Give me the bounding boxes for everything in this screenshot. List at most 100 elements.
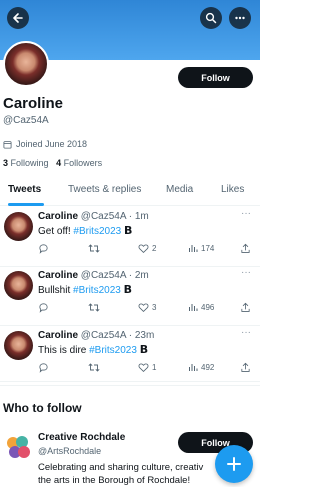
tweet-text: Get off! #Brits2023 B — [38, 224, 132, 237]
back-button[interactable] — [7, 7, 29, 29]
views-icon — [189, 304, 198, 311]
brits-logo-icon: B — [123, 283, 132, 296]
profile-avatar[interactable] — [3, 41, 49, 87]
reply-icon — [39, 303, 48, 313]
suggestion-handle: @ArtsRochdale — [38, 446, 102, 456]
tweet-actions: 1 492 — [38, 362, 256, 376]
views-button[interactable]: 492 — [188, 362, 214, 372]
views-count: 496 — [201, 302, 215, 312]
like-button[interactable]: 3 — [138, 302, 156, 313]
share-icon — [241, 362, 250, 372]
tab-tweets[interactable]: Tweets — [8, 184, 41, 195]
share-button[interactable] — [240, 362, 251, 373]
search-button[interactable] — [200, 7, 222, 29]
tweet-more-icon[interactable]: ··· — [241, 267, 251, 278]
tweet-hashtag[interactable]: #Brits2023 — [89, 345, 137, 356]
tweet-header: Caroline @Caz54A · 2m — [38, 270, 149, 281]
tab-tweets-replies[interactable]: Tweets & replies — [68, 184, 141, 195]
retweet-button[interactable] — [88, 302, 100, 313]
like-button[interactable]: 2 — [138, 243, 156, 254]
creative-rochdale-avatar[interactable] — [5, 434, 32, 461]
profile-name: Caroline — [3, 95, 64, 112]
reply-button[interactable] — [38, 362, 49, 373]
tweet-text: Bullshit #Brits2023 B — [38, 283, 132, 296]
profile-handle: @Caz54A — [3, 115, 49, 126]
views-button[interactable]: 496 — [188, 302, 214, 312]
followers-link[interactable]: 4 Followers — [56, 158, 102, 168]
more-button[interactable] — [229, 7, 251, 29]
like-count: 2 — [152, 244, 157, 253]
like-count: 1 — [152, 363, 157, 372]
views-icon — [189, 364, 198, 371]
tweet-body: Get off! — [38, 226, 74, 237]
reply-button[interactable] — [38, 302, 49, 313]
tweet-author-handle: @Caz54A — [80, 270, 126, 281]
share-button[interactable] — [240, 302, 251, 313]
tweet-1[interactable]: Caroline @Caz54A · 1m ··· Get off! #Brit… — [0, 207, 260, 267]
calendar-icon — [3, 140, 12, 149]
like-icon — [138, 244, 149, 254]
tweet-body: Bullshit — [38, 285, 74, 296]
tweet-author-handle: @Caz54A — [80, 211, 126, 222]
profile-tabs: Tweets Tweets & replies Media Likes — [0, 180, 260, 206]
following-label: Following — [10, 158, 49, 168]
tweet-3[interactable]: Caroline @Caz54A · 23m ··· This is dire … — [0, 326, 260, 386]
suggestion-bio-line-1: Celebrating and sharing culture, creativ — [38, 462, 204, 473]
like-button[interactable]: 1 — [138, 362, 156, 373]
tweet-avatar[interactable] — [4, 271, 33, 300]
tweet-header: Caroline @Caz54A · 23m — [38, 330, 154, 341]
tweet-hashtag[interactable]: #Brits2023 — [73, 226, 121, 237]
compose-plus-icon — [227, 457, 241, 471]
section-divider — [0, 381, 260, 382]
tweet-hashtag[interactable]: #Brits2023 — [73, 285, 121, 296]
like-icon — [138, 363, 149, 373]
views-count: 492 — [201, 362, 215, 372]
suggestion-bio-line-2: the arts in the Borough of Rochdale! — [38, 475, 191, 486]
retweet-button[interactable] — [88, 362, 100, 373]
back-arrow-icon — [13, 13, 23, 23]
followers-label: Followers — [63, 158, 103, 168]
brits-logo-icon: B — [139, 343, 149, 356]
follow-counts: 3 Following 4 Followers — [3, 158, 102, 168]
tweet-header: Caroline @Caz54A · 1m — [38, 211, 149, 222]
compose-tweet-button[interactable] — [215, 445, 253, 483]
active-tab-indicator — [8, 203, 44, 206]
search-icon — [205, 12, 217, 24]
views-count: 174 — [201, 243, 215, 253]
reply-button[interactable] — [38, 243, 49, 254]
following-count: 3 — [3, 158, 9, 168]
tab-likes[interactable]: Likes — [221, 184, 244, 195]
tweet-avatar[interactable] — [4, 331, 33, 360]
tweet-author-name: Caroline — [38, 270, 79, 281]
share-icon — [241, 302, 250, 312]
like-count: 3 — [152, 303, 157, 312]
tab-media[interactable]: Media — [166, 184, 193, 195]
tweet-body: This is dire — [38, 345, 90, 356]
share-icon — [241, 243, 250, 253]
tweet-time: · 23m — [128, 330, 155, 341]
tweet-author-handle: @Caz54A — [80, 330, 126, 341]
share-button[interactable] — [240, 243, 251, 254]
who-to-follow-title: Who to follow — [3, 401, 82, 415]
suggestion-bio: Celebrating and sharing culture, creativ… — [38, 461, 218, 487]
like-icon — [138, 303, 149, 313]
joined-date: Joined June 2018 — [3, 139, 87, 149]
tweet-more-icon[interactable]: ··· — [241, 327, 251, 338]
reply-icon — [39, 244, 48, 254]
views-button[interactable]: 174 — [188, 243, 214, 253]
brits-logo-icon: B — [123, 224, 133, 237]
reply-icon — [39, 363, 48, 373]
retweet-icon — [88, 303, 100, 312]
suggestion-name[interactable]: Creative Rochdale — [38, 432, 125, 443]
following-link[interactable]: 3 Following — [3, 158, 49, 168]
tweet-2[interactable]: Caroline @Caz54A · 2m ··· Bullshit #Brit… — [0, 266, 260, 326]
tweet-actions: 3 496 — [38, 302, 256, 316]
tweet-avatar[interactable] — [4, 212, 33, 241]
tweet-time: · 2m — [128, 270, 149, 281]
tweet-author-name: Caroline — [38, 211, 79, 222]
retweet-button[interactable] — [88, 243, 100, 254]
tweet-more-icon[interactable]: ··· — [241, 208, 251, 219]
tweet-time: · 1m — [128, 211, 149, 222]
follow-button[interactable]: Follow — [178, 67, 253, 88]
tweet-actions: 2 174 — [38, 243, 256, 257]
